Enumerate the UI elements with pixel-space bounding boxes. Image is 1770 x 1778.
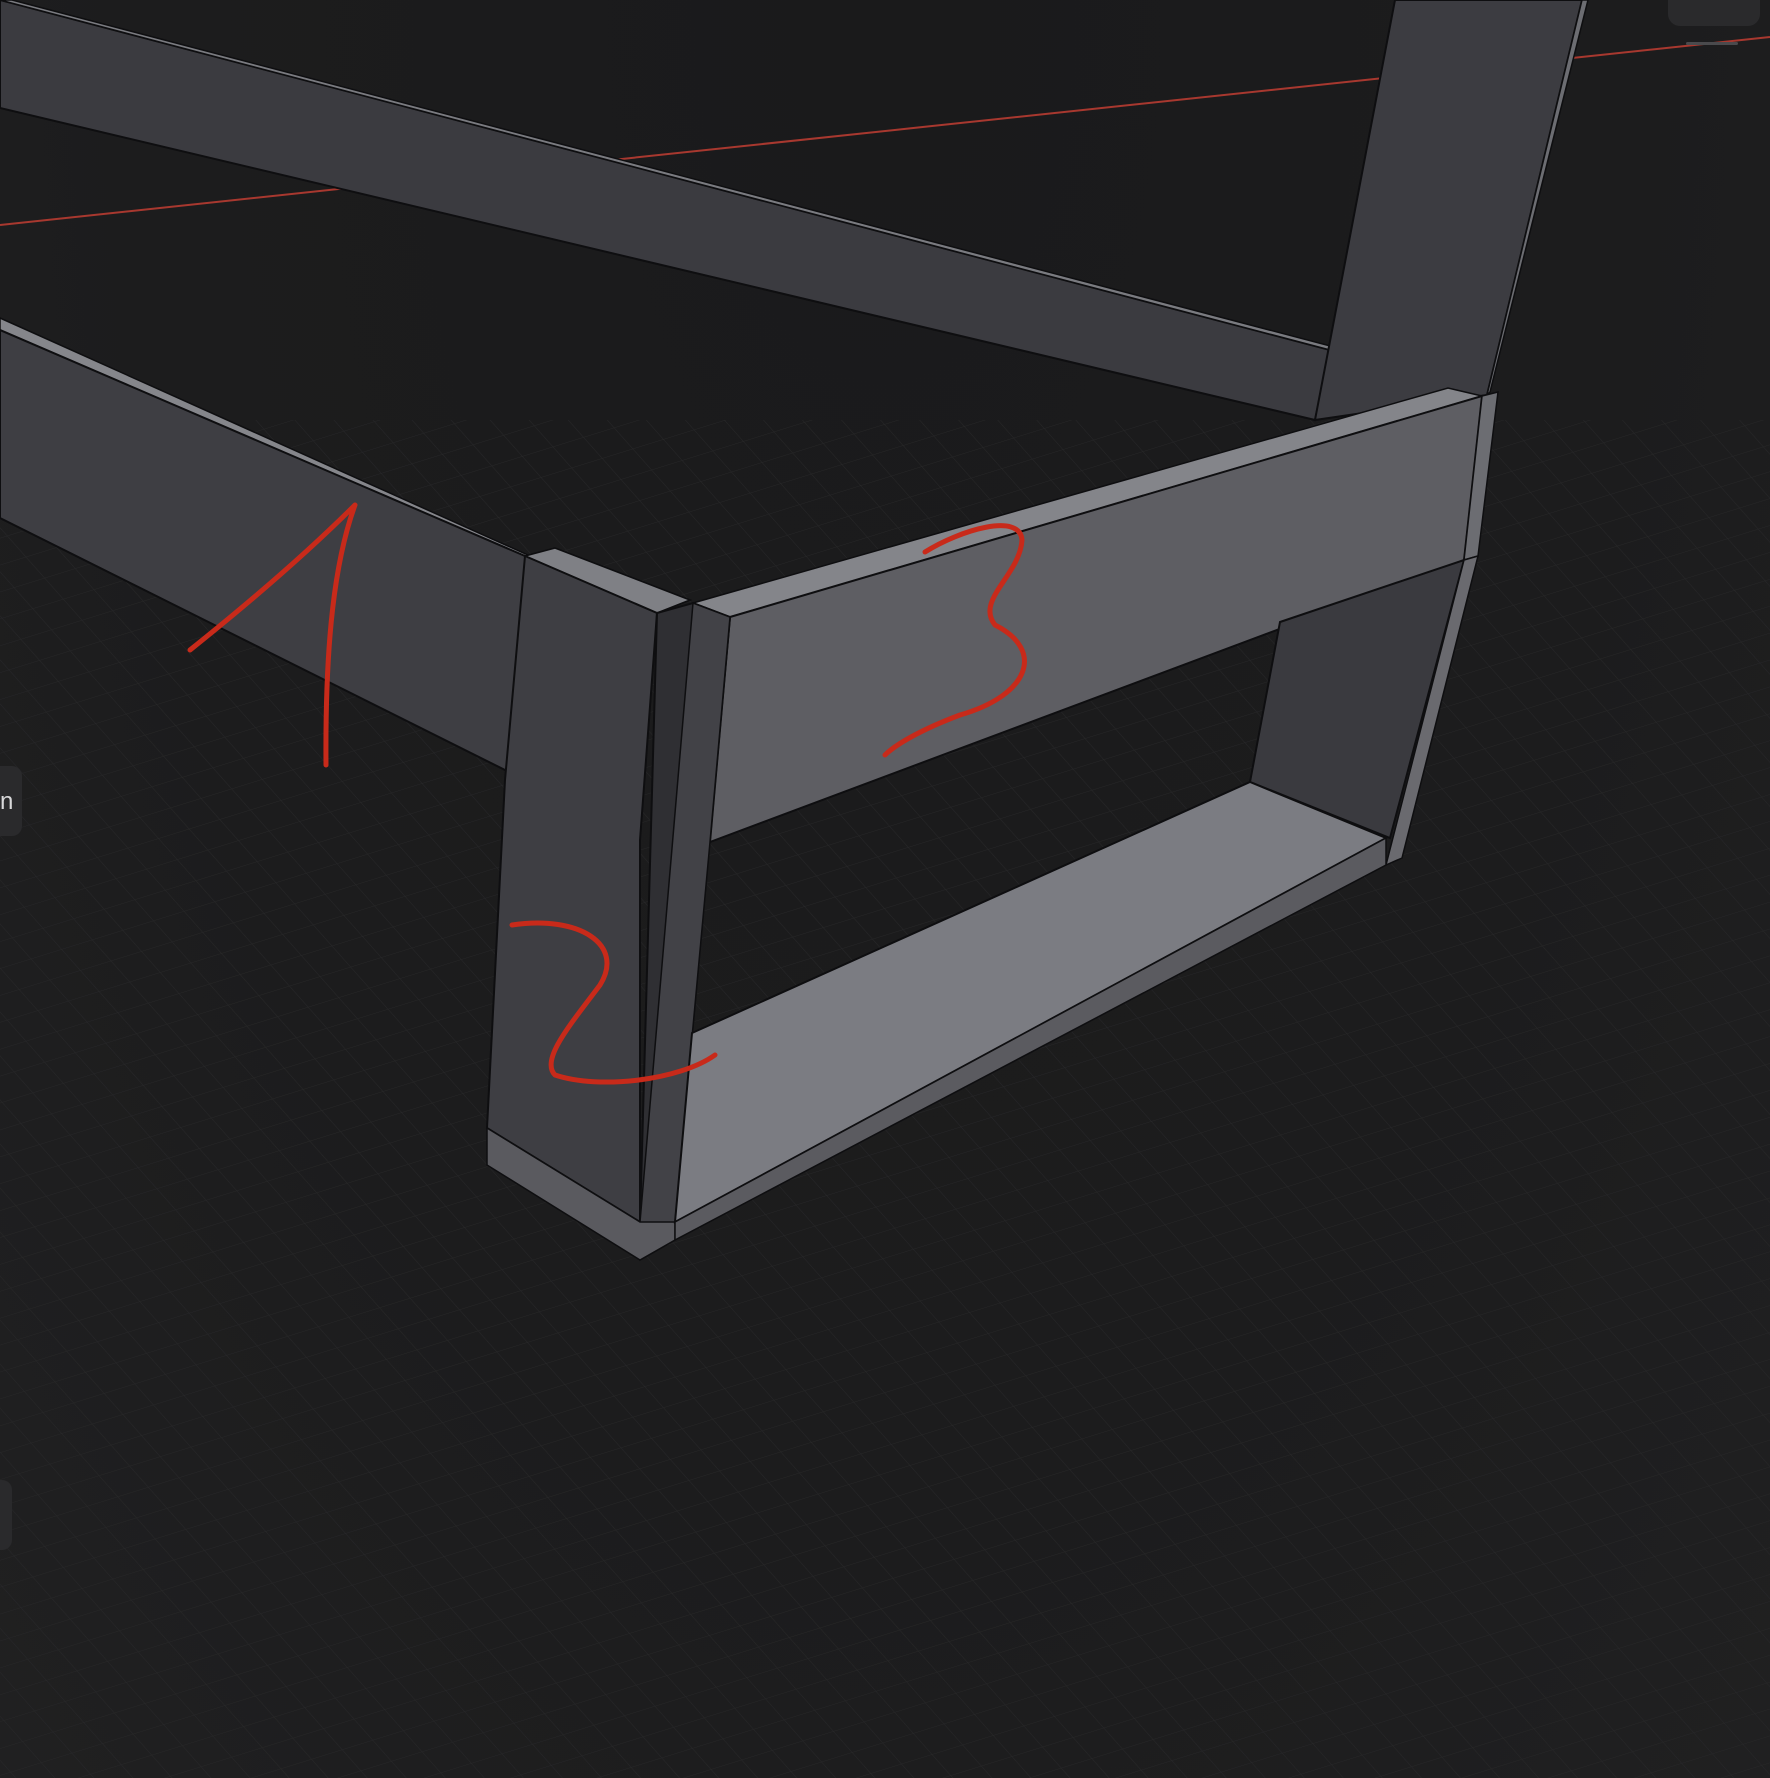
- 3d-viewport[interactable]: n: [0, 0, 1770, 1778]
- side-panel-tab-lower[interactable]: [0, 1480, 12, 1550]
- back-rail-front-face[interactable]: [0, 0, 1332, 422]
- side-panel-tab[interactable]: n: [0, 766, 22, 836]
- menu-button[interactable]: [1668, 0, 1760, 26]
- back-rail-top-face[interactable]: [0, 0, 1339, 351]
- rear-post-face[interactable]: [1313, 0, 1584, 422]
- viewport-canvas[interactable]: [0, 0, 1770, 1778]
- side-panel-tab-label: n: [0, 788, 14, 815]
- drag-handle-icon[interactable]: [1686, 42, 1738, 45]
